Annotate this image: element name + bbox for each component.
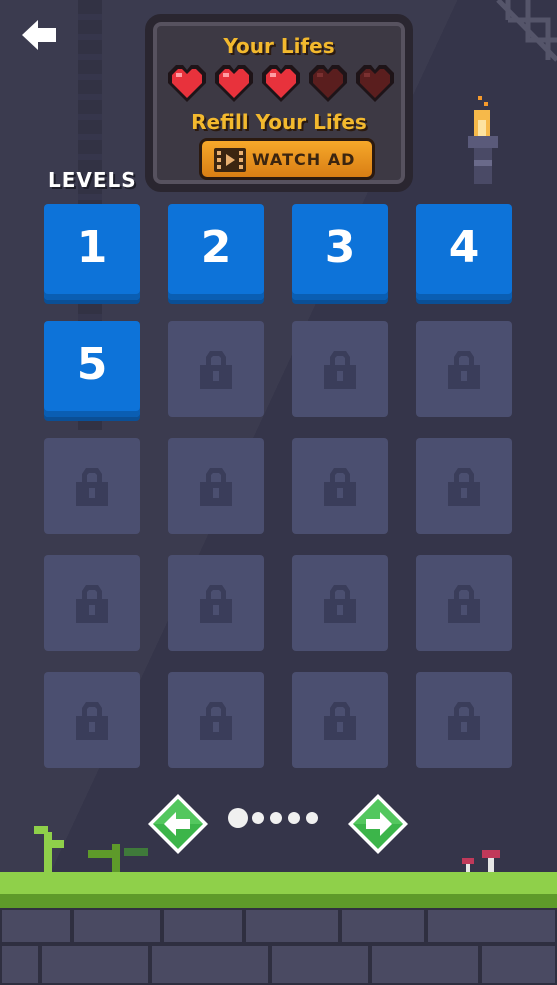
heart-icon <box>168 65 206 102</box>
heart-icon <box>356 65 394 102</box>
level-tile-locked[interactable] <box>168 555 264 651</box>
lock-icon <box>324 468 356 506</box>
film-icon <box>214 148 246 172</box>
heart-icon <box>262 65 300 102</box>
lock-icon <box>448 468 480 506</box>
hearts-row <box>165 62 403 106</box>
lock-icon <box>200 585 232 623</box>
lock-icon <box>324 702 356 740</box>
lives-panel: Your Lifes Refill Your Lifes WATCH AD <box>145 14 413 192</box>
level-tile-locked[interactable] <box>168 438 264 534</box>
level-tile-locked[interactable] <box>416 672 512 768</box>
level-tile-locked[interactable] <box>292 555 388 651</box>
level-tile-locked[interactable] <box>292 672 388 768</box>
brick <box>426 908 557 944</box>
page-dot <box>306 812 318 824</box>
level-number: 5 <box>76 339 108 390</box>
watch-ad-label: WATCH AD <box>252 150 356 169</box>
brick <box>480 944 557 985</box>
lock-icon <box>200 468 232 506</box>
stone-wall <box>0 908 557 985</box>
lock-icon <box>200 351 232 389</box>
plant-decoration <box>34 826 148 874</box>
level-tile-locked[interactable] <box>292 438 388 534</box>
page-dot <box>288 812 300 824</box>
lock-icon <box>200 702 232 740</box>
lock-icon <box>76 468 108 506</box>
level-tile-4[interactable]: 4 <box>416 204 512 300</box>
lock-icon <box>448 351 480 389</box>
levels-heading: LEVELS <box>48 168 137 192</box>
page-dot <box>270 812 282 824</box>
brick <box>270 944 370 985</box>
heart-icon <box>309 65 347 102</box>
next-page-button[interactable] <box>346 792 410 856</box>
level-grid: 1 2 3 4 5 <box>44 204 514 768</box>
level-tile-locked[interactable] <box>44 555 140 651</box>
watch-ad-button[interactable]: WATCH AD <box>199 138 375 180</box>
ground <box>0 872 557 985</box>
brick <box>0 908 72 944</box>
level-tile-locked[interactable] <box>416 438 512 534</box>
level-tile-3[interactable]: 3 <box>292 204 388 300</box>
lives-title: Your Lifes <box>223 34 335 58</box>
level-tile-locked[interactable] <box>168 321 264 417</box>
torch-icon <box>468 96 498 184</box>
brick <box>40 944 150 985</box>
brick <box>244 908 340 944</box>
level-tile-locked[interactable] <box>44 672 140 768</box>
refill-label: Refill Your Lifes <box>191 110 367 134</box>
level-tile-2[interactable]: 2 <box>168 204 264 300</box>
heart-icon <box>215 65 253 102</box>
lock-icon <box>76 585 108 623</box>
brick <box>72 908 162 944</box>
brick <box>0 944 40 985</box>
level-tile-1[interactable]: 1 <box>44 204 140 300</box>
back-arrow-icon[interactable] <box>20 16 60 54</box>
brick <box>162 908 244 944</box>
brick <box>370 944 480 985</box>
level-tile-5[interactable]: 5 <box>44 321 140 417</box>
lock-icon <box>448 702 480 740</box>
lock-icon <box>324 351 356 389</box>
lock-icon <box>76 702 108 740</box>
page-dot-active <box>228 808 248 828</box>
lock-icon <box>324 585 356 623</box>
level-tile-locked[interactable] <box>416 321 512 417</box>
brick <box>150 944 270 985</box>
cobweb-decoration <box>496 0 557 62</box>
brick <box>340 908 426 944</box>
level-tile-locked[interactable] <box>44 438 140 534</box>
level-number: 2 <box>200 222 232 273</box>
level-number: 4 <box>448 222 480 273</box>
level-tile-locked[interactable] <box>416 555 512 651</box>
grass-edge <box>0 894 557 908</box>
page-indicator <box>228 808 328 832</box>
level-number: 3 <box>324 222 356 273</box>
level-tile-locked[interactable] <box>292 321 388 417</box>
level-tile-locked[interactable] <box>168 672 264 768</box>
page-dot <box>252 812 264 824</box>
lock-icon <box>448 585 480 623</box>
level-number: 1 <box>76 222 108 273</box>
mushrooms-decoration <box>462 850 500 874</box>
